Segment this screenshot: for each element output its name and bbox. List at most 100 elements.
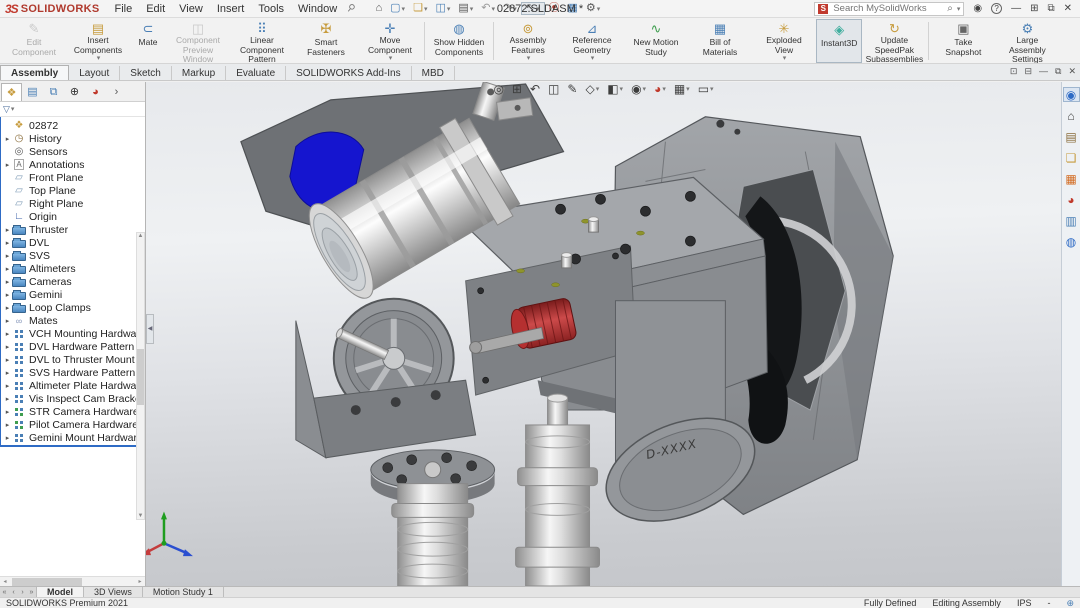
tab-evaluate[interactable]: Evaluate (226, 66, 286, 80)
appearances-icon[interactable]: ◕ (1063, 192, 1080, 207)
scroll-thumb-horizontal[interactable] (12, 578, 82, 586)
tree-item[interactable]: ▸ SVS Hardware Pattern (1, 366, 145, 379)
scroll-down-icon[interactable]: ▼ (138, 513, 144, 519)
restore-window-icon[interactable]: ⧉ (1047, 3, 1054, 14)
new-motion-study-button[interactable]: ∿ New Motion Study (624, 19, 688, 63)
bottom-tab-3d-views[interactable]: 3D Views (84, 587, 143, 597)
search-dropdown-icon[interactable]: ▾ (957, 5, 961, 13)
file-explorer-icon[interactable]: ❏ (1063, 150, 1080, 165)
expand-arrow-icon[interactable]: ▸ (3, 226, 12, 234)
tree-item[interactable]: ▸ DVL (1, 236, 145, 249)
options-button[interactable]: ⚙ ▾ (582, 3, 604, 14)
edit-component-button[interactable]: ✎ Edit Component (2, 19, 66, 63)
tree-item[interactable]: ▸ Annotations (1, 158, 145, 171)
search-input[interactable] (831, 2, 944, 15)
user-account-icon[interactable]: ◉ (973, 3, 982, 14)
tree-item[interactable]: ▸ VCH Mounting Hardware (1, 327, 145, 340)
expand-arrow-icon[interactable]: ▸ (3, 265, 12, 273)
tree-horizontal-scrollbar[interactable]: ◂ ▸ (0, 576, 145, 586)
tree-item[interactable]: ▸ Altimeters (1, 262, 145, 275)
forum-icon[interactable]: ◍ (1063, 234, 1080, 249)
dimxpertmanager-tab[interactable]: ⊕ (64, 83, 85, 101)
menu-file[interactable]: File (107, 3, 139, 15)
print-button[interactable]: ▤ ▾ (454, 3, 477, 14)
new-document-button[interactable]: ▢ ▾ (386, 3, 409, 14)
featuremanager-tab[interactable]: ❖ (1, 83, 22, 101)
exploded-view-button[interactable]: ✳ Exploded View ▾ (752, 19, 816, 63)
filter-icon[interactable]: ▽ (3, 104, 10, 115)
tree-item[interactable]: Top Plane (1, 184, 145, 197)
expand-arrow-icon[interactable]: ▸ (3, 330, 12, 338)
tab-sketch[interactable]: Sketch (120, 66, 172, 80)
tree-item[interactable]: ▸ Vis Inspect Cam Bracket Hardware (1, 392, 145, 405)
undo-button[interactable]: ↶ ▾ (477, 3, 499, 14)
tab-mbd[interactable]: MBD (412, 66, 455, 80)
menu-insert[interactable]: Insert (210, 3, 252, 15)
search-box[interactable]: S ⌕ ▾ (814, 2, 964, 16)
tree-item[interactable]: ▸ History (1, 132, 145, 145)
tile-document-icon[interactable]: ⊟ (1024, 66, 1032, 76)
file-properties-button[interactable]: ▦ (564, 3, 582, 14)
expand-arrow-icon[interactable]: ▸ (3, 304, 12, 312)
valve-stack[interactable] (516, 394, 600, 586)
tree-item[interactable]: Origin (1, 210, 145, 223)
panel-collapse-handle[interactable]: ◀ (146, 314, 154, 344)
scroll-left-icon[interactable]: ◂ (0, 578, 10, 585)
tree-item[interactable]: ▸ Pilot Camera Hardware (1, 418, 145, 431)
bottom-tab-model[interactable]: Model (37, 587, 84, 597)
design-library-icon[interactable]: ▤ (1063, 129, 1080, 144)
tab-assembly[interactable]: Assembly (0, 65, 69, 80)
smart-fasteners-button[interactable]: ✠ Smart Fasteners (294, 19, 358, 63)
expand-arrow-icon[interactable]: ▸ (3, 239, 12, 247)
menu-view[interactable]: View (172, 3, 210, 15)
zoom-to-area-icon[interactable]: ⊞ (512, 83, 522, 95)
close-window-icon[interactable]: ✕ (1064, 3, 1072, 14)
expand-arrow-icon[interactable]: ▸ (3, 421, 12, 429)
pin-menu-icon[interactable]: ⚲ (342, 0, 359, 17)
scroll-thumb[interactable] (137, 349, 144, 405)
restore-document-icon[interactable]: ⧉ (1055, 66, 1061, 76)
open-document-button[interactable]: ❏ ▾ (409, 3, 431, 14)
tree-filter[interactable]: ▽ ▾ (0, 102, 145, 117)
component-preview-window-button[interactable]: ◫ Component Preview Window (166, 19, 230, 63)
pedestal-stack[interactable] (371, 450, 495, 586)
save-button[interactable]: ◫ ▾ (431, 3, 454, 14)
menu-tools[interactable]: Tools (251, 3, 291, 15)
expand-arrow-icon[interactable]: ▸ (3, 434, 12, 442)
move-component-button[interactable]: ✛ Move Component ▾ (358, 19, 422, 63)
redo-button[interactable]: ↷ ▾ (499, 3, 521, 14)
update-speedpak-button[interactable]: ↻ Update SpeedPak Subassemblies (862, 19, 926, 63)
expand-arrow-icon[interactable]: ▸ (3, 291, 12, 299)
bottom-tab-motion-study-1[interactable]: Motion Study 1 (143, 587, 224, 597)
tree-item[interactable]: ▸ STR Camera Hardware Pattern 1 (1, 405, 145, 418)
displaymanager-tab[interactable]: ◕ (85, 83, 106, 101)
insert-components-button[interactable]: ▤ Insert Components ▾ (66, 19, 130, 63)
tree-item[interactable]: ▸ Loop Clamps (1, 301, 145, 314)
search-icon[interactable]: ⌕ (947, 3, 953, 14)
zoom-to-fit-icon[interactable]: ◎ (493, 83, 503, 95)
model-canvas[interactable]: D-XXXX (146, 82, 1061, 586)
expand-arrow-icon[interactable]: ▸ (3, 343, 12, 351)
apply-scene-icon[interactable]: ▦ ▾ (674, 83, 690, 95)
configurationmanager-tab[interactable]: ⧉ (43, 83, 64, 101)
tree-item[interactable]: Right Plane (1, 197, 145, 210)
select-button[interactable]: ↖ ▾ (521, 2, 545, 15)
show-hidden-components-button[interactable]: ◍ Show Hidden Components (427, 19, 491, 63)
custom-properties-icon[interactable]: ▥ (1063, 213, 1080, 228)
expand-arrow-icon[interactable]: ▸ (3, 278, 12, 286)
graphics-viewport[interactable]: ◎ ⊞ ↶ ◫ ✎ ◇ ▾ ◧ ▾ ◉ ▾ ◕ ▾ ▦ ▾ ▭ ▾ (146, 82, 1061, 586)
expand-arrow-icon[interactable]: ▸ (3, 252, 12, 260)
tab-layout[interactable]: Layout (69, 66, 120, 80)
scroll-right-icon[interactable]: ▸ (135, 578, 145, 585)
tree-vertical-scrollbar[interactable]: ▲ ▼ (136, 232, 145, 520)
large-assembly-settings-button[interactable]: ⚙ Large Assembly Settings (995, 19, 1059, 63)
expand-arrow-icon[interactable]: ▸ (3, 161, 12, 169)
apps-grid-icon[interactable]: ⊞ (1030, 3, 1038, 14)
help-icon[interactable]: ? (991, 3, 1002, 14)
close-document-icon[interactable]: ✕ (1068, 66, 1076, 76)
tab-solidworks-add-ins[interactable]: SOLIDWORKS Add-Ins (286, 66, 411, 80)
expand-arrow-icon[interactable]: ▸ (3, 408, 12, 416)
instant3d-button[interactable]: ◈ Instant3D (816, 19, 862, 63)
next-tab-button[interactable]: › (18, 589, 27, 596)
menu-window[interactable]: Window (291, 3, 344, 15)
